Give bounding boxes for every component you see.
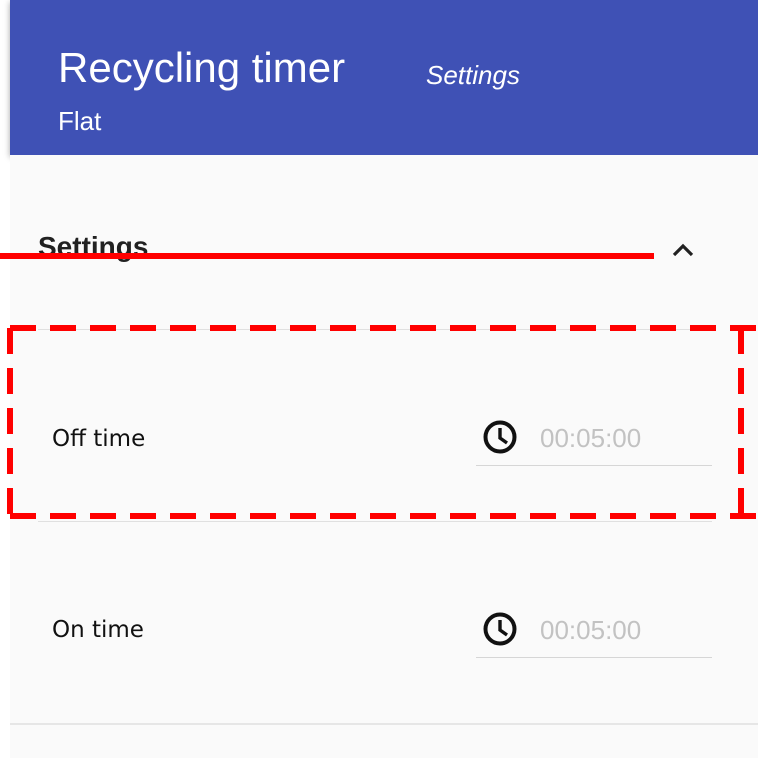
page: Recycling timer Settings Flat Settings O… (0, 0, 758, 758)
annotation-dashed-box (7, 325, 758, 519)
